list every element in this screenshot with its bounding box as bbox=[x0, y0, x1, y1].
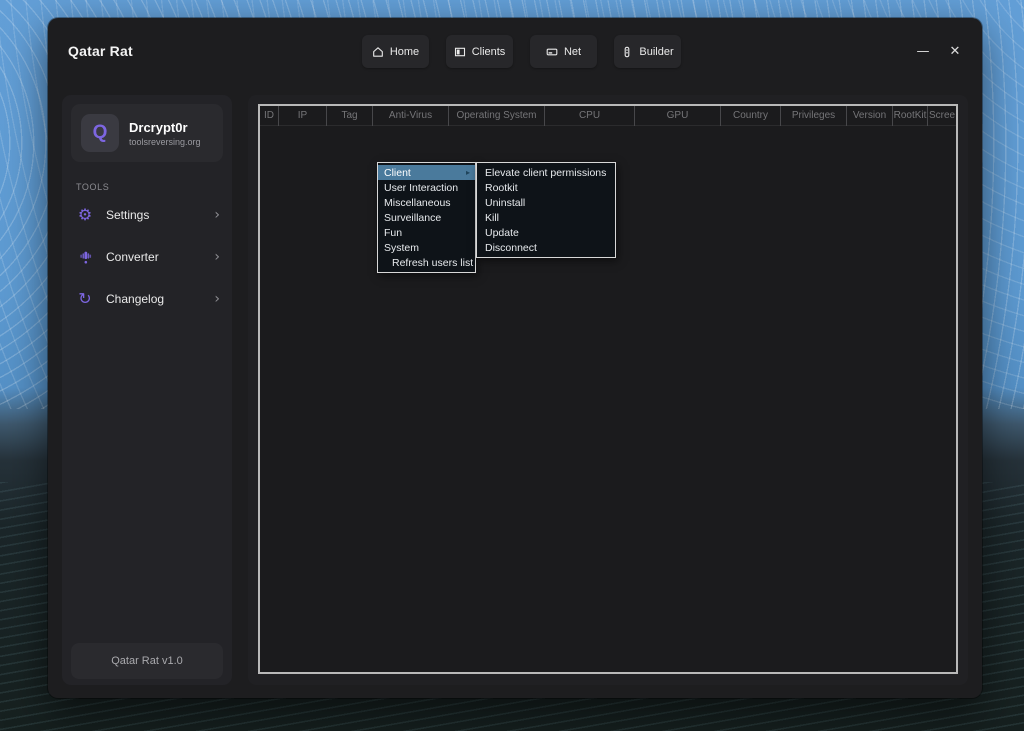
context-menu: Client ▸ User Interaction Miscellaneous … bbox=[377, 162, 476, 273]
nav-net-button[interactable]: Net bbox=[530, 35, 597, 68]
column-header-os[interactable]: Operating System bbox=[449, 106, 545, 126]
submenu-item-disconnect[interactable]: Disconnect bbox=[477, 240, 615, 255]
profile-card[interactable]: Q Drcrypt0r toolsreversing.org bbox=[71, 104, 223, 162]
submenu-item-rootkit[interactable]: Rootkit bbox=[477, 180, 615, 195]
column-header-cpu[interactable]: CPU bbox=[545, 106, 635, 126]
titlebar: Qatar Rat Home Clients bbox=[48, 18, 982, 84]
submenu-item-uninstall[interactable]: Uninstall bbox=[477, 195, 615, 210]
sidebar-item-settings-label: Settings bbox=[106, 208, 202, 222]
submenu-item-kill[interactable]: Kill bbox=[477, 210, 615, 225]
avatar: Q bbox=[81, 114, 119, 152]
menu-item-miscellaneous[interactable]: Miscellaneous bbox=[378, 195, 475, 210]
profile-username: Drcrypt0r bbox=[129, 120, 201, 135]
menu-item-system[interactable]: System bbox=[378, 240, 475, 255]
nav-clients-label: Clients bbox=[472, 46, 506, 58]
column-header-screen[interactable]: Scree bbox=[928, 106, 956, 126]
menu-item-fun[interactable]: Fun bbox=[378, 225, 475, 240]
top-nav: Home Clients Net bbox=[362, 35, 681, 68]
column-header-version[interactable]: Version bbox=[847, 106, 893, 126]
version-footer: Qatar Rat v1.0 bbox=[71, 643, 223, 679]
nav-builder-button[interactable]: Builder bbox=[614, 35, 681, 68]
submenu-item-elevate-client-permissions[interactable]: Elevate client permissions bbox=[477, 165, 615, 180]
nav-net-label: Net bbox=[564, 46, 581, 58]
waveform-icon bbox=[76, 250, 94, 265]
nav-builder-label: Builder bbox=[639, 46, 673, 58]
chevron-right-icon: › bbox=[214, 291, 220, 307]
menu-item-client[interactable]: Client ▸ bbox=[378, 165, 475, 180]
sidebar: Q Drcrypt0r toolsreversing.org TOOLS ⚙ S… bbox=[62, 95, 232, 685]
net-icon bbox=[546, 46, 558, 58]
sidebar-item-changelog-label: Changelog bbox=[106, 292, 202, 306]
menu-item-user-interaction[interactable]: User Interaction bbox=[378, 180, 475, 195]
column-header-tag[interactable]: Tag bbox=[327, 106, 373, 126]
chevron-right-icon: › bbox=[214, 207, 220, 223]
menu-item-client-label: Client bbox=[384, 167, 411, 179]
menu-item-refresh-users-list[interactable]: Refresh users list bbox=[378, 255, 475, 270]
history-icon: ↻ bbox=[76, 291, 94, 307]
app-window: Qatar Rat Home Clients bbox=[48, 18, 982, 698]
column-header-gpu[interactable]: GPU bbox=[635, 106, 721, 126]
menu-item-surveillance[interactable]: Surveillance bbox=[378, 210, 475, 225]
window-controls: — ✕ bbox=[910, 18, 968, 84]
profile-subtitle: toolsreversing.org bbox=[129, 137, 201, 147]
minimize-button[interactable]: — bbox=[910, 38, 936, 64]
sidebar-item-converter-label: Converter bbox=[106, 250, 202, 264]
sidebar-item-converter[interactable]: Converter › bbox=[62, 236, 232, 278]
close-button[interactable]: ✕ bbox=[942, 38, 968, 64]
table-header-row: ID IP Tag Anti-Virus Operating System CP… bbox=[260, 106, 956, 126]
builder-icon bbox=[621, 46, 633, 58]
column-header-rootkit[interactable]: RootKit bbox=[893, 106, 928, 126]
app-title: Qatar Rat bbox=[68, 43, 133, 59]
column-header-country[interactable]: Country bbox=[721, 106, 781, 126]
home-icon bbox=[372, 46, 384, 58]
column-header-ip[interactable]: IP bbox=[279, 106, 327, 126]
submenu-arrow-icon: ▸ bbox=[466, 168, 470, 177]
column-header-antivirus[interactable]: Anti-Virus bbox=[373, 106, 449, 126]
desktop-background: Qatar Rat Home Clients bbox=[0, 0, 1024, 731]
clients-icon bbox=[454, 46, 466, 58]
column-header-privileges[interactable]: Privileges bbox=[781, 106, 847, 126]
nav-home-label: Home bbox=[390, 46, 419, 58]
sidebar-item-changelog[interactable]: ↻ Changelog › bbox=[62, 278, 232, 320]
gear-icon: ⚙ bbox=[76, 207, 94, 223]
column-header-id[interactable]: ID bbox=[260, 106, 279, 126]
tools-section-label: TOOLS bbox=[76, 182, 232, 192]
nav-home-button[interactable]: Home bbox=[362, 35, 429, 68]
chevron-right-icon: › bbox=[214, 249, 220, 265]
sidebar-item-settings[interactable]: ⚙ Settings › bbox=[62, 194, 232, 236]
profile-info: Drcrypt0r toolsreversing.org bbox=[129, 120, 201, 147]
nav-clients-button[interactable]: Clients bbox=[446, 35, 513, 68]
client-submenu: Elevate client permissions Rootkit Unins… bbox=[476, 162, 616, 258]
submenu-item-update[interactable]: Update bbox=[477, 225, 615, 240]
